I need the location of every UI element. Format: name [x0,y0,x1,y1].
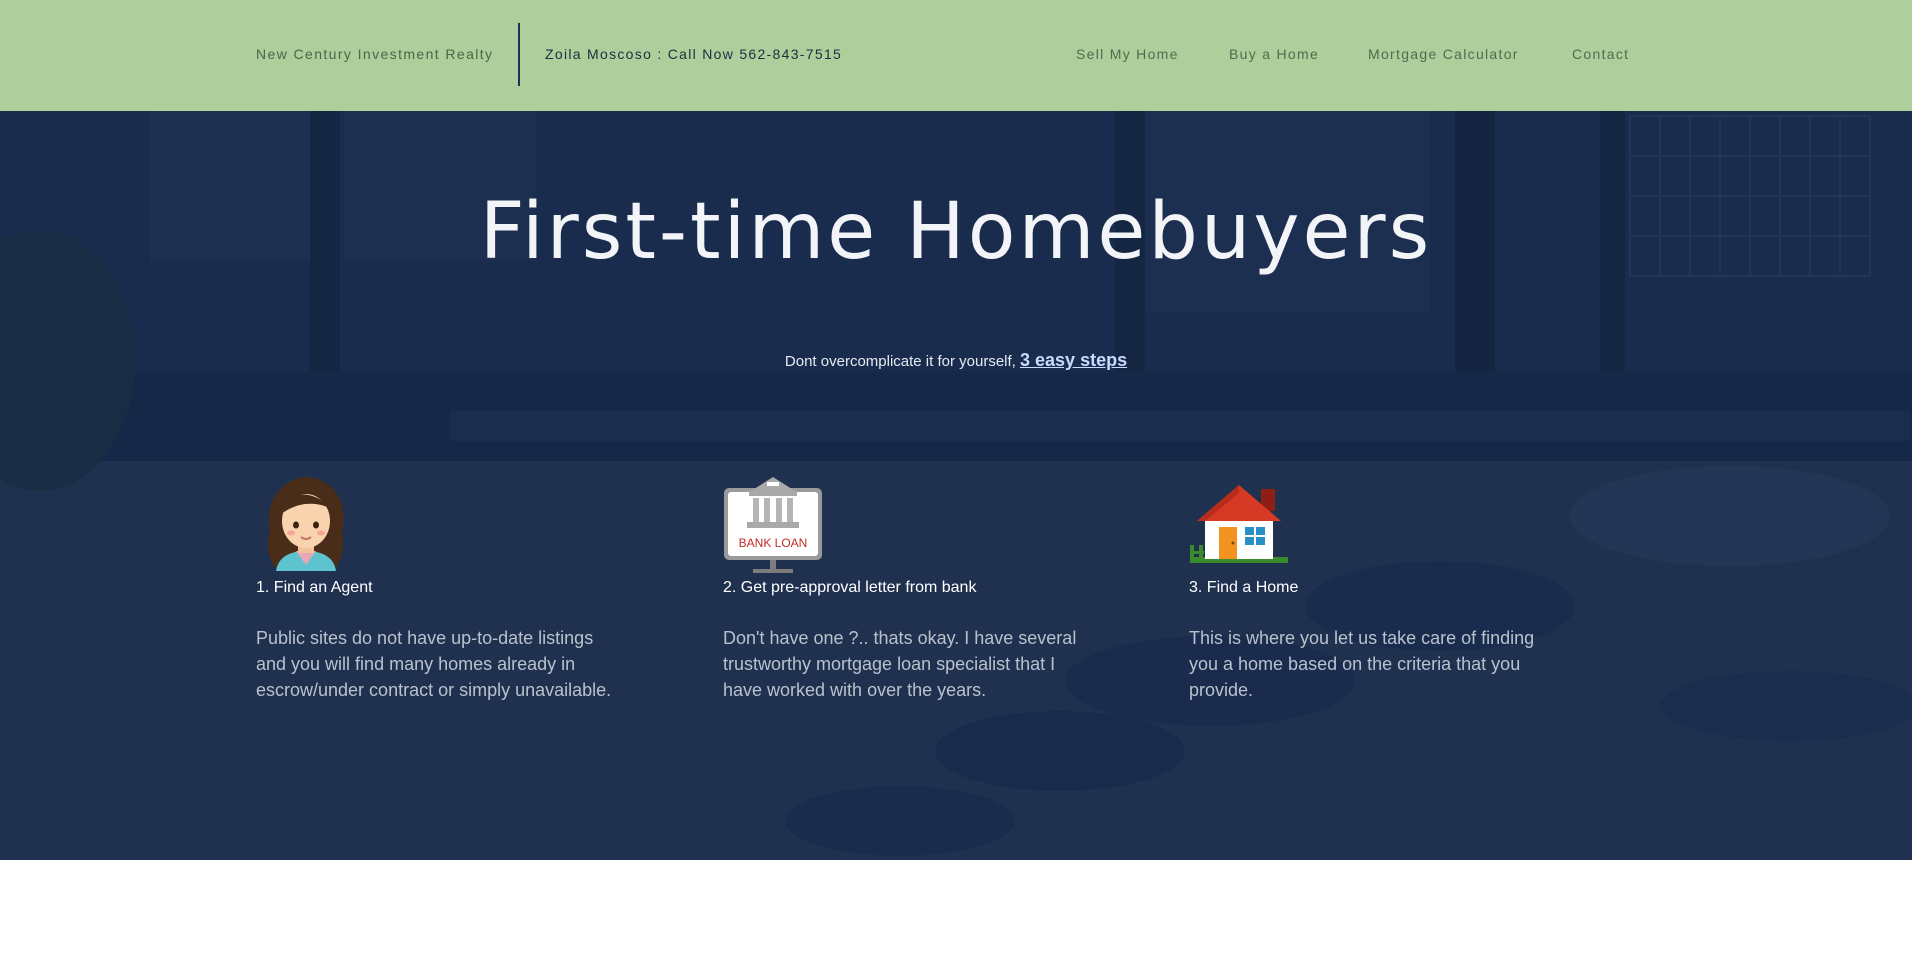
brand-name[interactable]: New Century Investment Realty [256,46,493,62]
step-title: 1. Find an Agent [256,579,373,596]
step-description: Don't have one ?.. thats okay. I have se… [723,628,1077,700]
step-title: 3. Find a Home [1189,579,1299,596]
bank-loan-icon: BANK LOAN [724,477,822,573]
step-title: 2. Get pre-approval letter from bank [723,579,977,596]
house-icon [1190,485,1288,563]
phone-contact: Zoila Moscoso : Call Now 562-843-7515 [545,46,843,62]
easy-steps-link[interactable]: 3 easy steps [1020,350,1127,370]
hero-section: First-time Homebuyers Dont overcomplicat… [0,111,1912,860]
agent-icon [267,477,344,571]
nav-mortgage-calculator[interactable]: Mortgage Calculator [1368,46,1519,62]
step-find-home: 3. Find a Home This is where you let us … [1189,475,1569,703]
step-description: This is where you let us take care of fi… [1189,628,1535,700]
header-divider [518,23,520,86]
hero-subtitle-text: Dont overcomplicate it for yourself, [784,353,1016,370]
step-description: Public sites do not have up-to-date list… [256,628,612,700]
hero-subtitle: Dont overcomplicate it for yourself, 3 e… [0,350,1912,371]
step-find-agent: 1. Find an Agent Public sites do not hav… [256,475,636,703]
top-header: New Century Investment Realty Zoila Mosc… [0,0,1912,111]
page-title: First-time Homebuyers [479,187,1433,277]
nav-buy-a-home[interactable]: Buy a Home [1229,46,1319,62]
bank-loan-label: BANK LOAN [739,536,808,550]
step-preapproval: BANK LOAN 2. Get pre-approval letter fro… [723,475,1103,703]
nav-sell-my-home[interactable]: Sell My Home [1076,46,1179,62]
nav-contact[interactable]: Contact [1572,46,1629,62]
